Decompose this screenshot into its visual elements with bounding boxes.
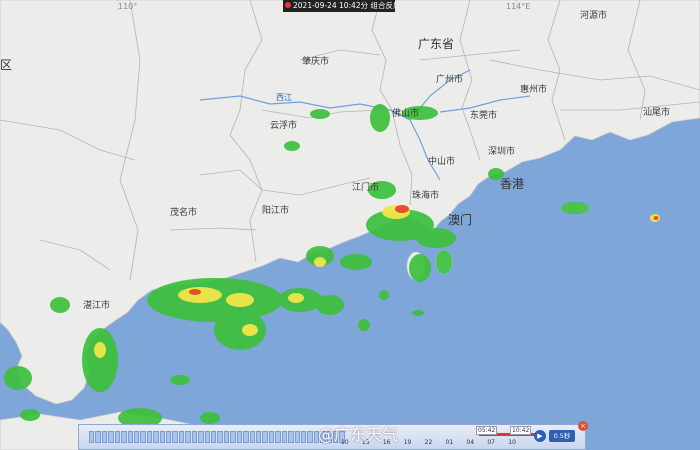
weibo-watermark: @广东天气: [318, 425, 399, 444]
frame-cell[interactable]: [204, 431, 211, 443]
frame-cell[interactable]: [121, 431, 127, 443]
speed-select[interactable]: 0.5秒: [549, 430, 575, 442]
city-shanwei: 汕尾市: [643, 106, 670, 118]
city-zhuhai: 珠海市: [412, 189, 439, 201]
frame-cell[interactable]: [198, 431, 204, 443]
frame-cell[interactable]: [294, 431, 300, 443]
river-label: 西江: [276, 93, 292, 102]
frame-cell[interactable]: [95, 431, 101, 443]
city-macau: 澳门: [448, 212, 472, 227]
grid-label-110: 110°: [118, 2, 137, 11]
frame-cell[interactable]: [281, 431, 288, 443]
time-tick: 07: [487, 439, 495, 446]
frame-cell[interactable]: [262, 431, 268, 443]
frame-cell[interactable]: [249, 431, 255, 443]
frame-cell[interactable]: [217, 431, 223, 443]
time-tick: 19: [403, 439, 412, 446]
frame-cell[interactable]: [275, 431, 281, 443]
city-maoming: 茂名市: [170, 206, 197, 218]
frame-cell[interactable]: [307, 431, 313, 443]
radar-timestamp-bar: 2021-09-24 10:42分 组合反射率: [283, 0, 395, 12]
city-dongguan: 东莞市: [470, 109, 497, 121]
frame-cell[interactable]: [268, 431, 275, 443]
frame-cell[interactable]: [159, 431, 166, 443]
timestamp-text: 2021-09-24 10:42分: [293, 1, 369, 10]
region-left-label: 区: [0, 58, 12, 72]
frame-cell[interactable]: [153, 431, 159, 443]
frame-cell[interactable]: [127, 431, 133, 443]
city-huizhou: 惠州市: [520, 83, 547, 95]
frame-cell[interactable]: [255, 431, 262, 443]
frame-cell[interactable]: [178, 431, 185, 443]
location-pin-icon: [285, 2, 291, 8]
frame-cell[interactable]: [185, 431, 191, 443]
frame-cell[interactable]: [288, 431, 294, 443]
frame-cell[interactable]: [146, 431, 153, 443]
frame-cell[interactable]: [101, 431, 108, 443]
city-zhanjiang: 湛江市: [83, 299, 110, 311]
grid-label-114: 114°E: [506, 2, 530, 11]
city-shenzhen: 深圳市: [488, 145, 515, 157]
city-jiangmen: 江门市: [352, 181, 379, 193]
frame-cell[interactable]: [191, 431, 198, 443]
province-label: 广东省: [418, 37, 454, 51]
frame-cell[interactable]: [223, 431, 230, 443]
frame-cell[interactable]: [300, 431, 307, 443]
frame-cell[interactable]: [236, 431, 243, 443]
city-hongkong: 香港: [500, 177, 524, 191]
city-heyuan: 河源市: [580, 9, 607, 21]
close-icon[interactable]: ×: [578, 421, 588, 431]
frame-cell[interactable]: [172, 431, 178, 443]
time-tick: 01: [445, 439, 454, 446]
time-tick: 04: [466, 439, 475, 446]
city-yangjiang: 阳江市: [262, 204, 289, 216]
time-tick: 22: [424, 439, 433, 446]
radar-map[interactable]: 110° 114°E 区 广东省 西江 肇庆市 广州市 河源市 惠州市 佛山市 …: [0, 0, 700, 450]
city-zhongshan: 中山市: [428, 155, 455, 167]
play-icon[interactable]: ▶: [534, 430, 546, 442]
city-yunfu: 云浮市: [270, 119, 297, 131]
range-end-time: 10:42: [510, 426, 532, 435]
frame-cell[interactable]: [108, 431, 114, 443]
frame-cell[interactable]: [89, 431, 95, 443]
city-guangzhou: 广州市: [436, 73, 463, 85]
city-zhaoqing: 肇庆市: [302, 55, 329, 67]
frame-cell[interactable]: [230, 431, 236, 443]
range-start-time: 05:42: [476, 426, 498, 435]
frame-progress[interactable]: [89, 431, 345, 443]
frame-cell[interactable]: [166, 431, 172, 443]
frame-cell[interactable]: [133, 431, 140, 443]
time-tick: 10: [508, 439, 516, 446]
frame-cell[interactable]: [211, 431, 217, 443]
frame-cell[interactable]: [140, 431, 146, 443]
frame-cell[interactable]: [114, 431, 121, 443]
product-name: 组合反射率: [370, 1, 395, 10]
frame-cell[interactable]: [243, 431, 249, 443]
city-foshan: 佛山市: [392, 107, 419, 119]
